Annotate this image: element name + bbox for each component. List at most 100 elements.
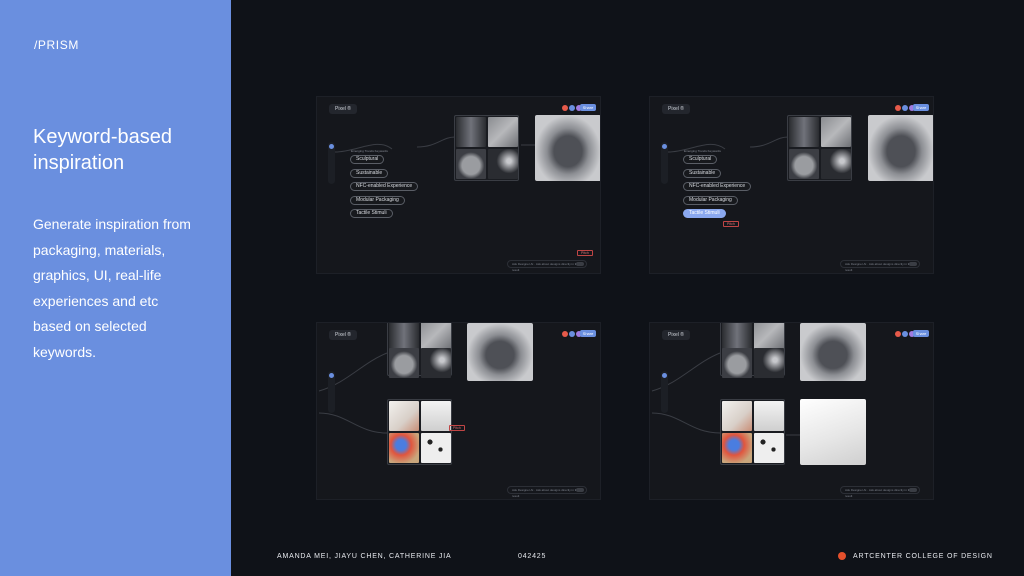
send-icon[interactable] — [909, 262, 917, 266]
chat-input[interactable]: Ask Designer AI · Ask about designs dire… — [507, 486, 587, 498]
packaging-thumbnail[interactable] — [722, 401, 752, 431]
stone-thumbnail[interactable] — [389, 348, 419, 378]
keyword-pill[interactable]: Sustainable — [350, 169, 389, 178]
cursor-tool-icon[interactable] — [662, 144, 667, 149]
project-menu[interactable]: Pixel ® — [662, 330, 690, 340]
packaging-hero-image[interactable] — [800, 399, 866, 465]
stone-hero-image[interactable] — [800, 323, 866, 381]
share-button[interactable]: Share — [913, 330, 929, 337]
brand-label: /PRISM — [34, 38, 79, 52]
tool-rail[interactable] — [328, 371, 335, 413]
cursor-tool-icon[interactable] — [329, 144, 334, 149]
keywords-header: Emerging Trends Keywords — [351, 149, 388, 153]
keyword-pill[interactable]: Sculptural — [350, 155, 385, 164]
footer-authors: AMANDA MEI, JIAYU CHEN, CATHERINE JIA — [277, 553, 452, 560]
info-panel: /PRISM Keyword-based inspiration Generat… — [0, 0, 231, 576]
texture-thumbnail[interactable] — [722, 323, 752, 349]
send-icon[interactable] — [576, 488, 584, 492]
send-icon[interactable] — [909, 488, 917, 492]
image-grid[interactable] — [720, 323, 785, 378]
packaging-image-grid[interactable] — [387, 399, 452, 465]
avatar — [569, 331, 575, 337]
screenshot-keyword-selected: Pixel ® Share Emerging Trends Keywords S… — [649, 96, 934, 274]
share-button[interactable]: Share — [580, 104, 596, 111]
avatar — [569, 105, 575, 111]
graphics-thumbnail[interactable] — [722, 433, 752, 463]
packaging-thumbnail[interactable] — [389, 401, 419, 431]
graphics-thumbnail[interactable] — [389, 433, 419, 463]
packaging-thumbnail[interactable] — [754, 401, 784, 431]
keyword-pill[interactable]: Sculptural — [683, 155, 718, 164]
share-button[interactable]: Share — [913, 104, 929, 111]
project-menu[interactable]: Pixel ® — [329, 330, 357, 340]
avatar — [895, 331, 901, 337]
texture-thumbnail[interactable] — [488, 117, 518, 147]
avatar — [895, 105, 901, 111]
keywords-header: Emerging Trends Keywords — [684, 149, 721, 153]
chat-input[interactable]: Ask Designer AI · Ask about designs dire… — [840, 486, 920, 498]
footer-school: ARTCENTER COLLEGE OF DESIGN — [853, 553, 993, 560]
pattern-thumbnail[interactable] — [421, 433, 451, 463]
texture-thumbnail[interactable] — [421, 323, 451, 349]
light-thumbnail[interactable] — [754, 348, 784, 378]
keyword-pill[interactable]: NFC-enabled Experience — [350, 182, 419, 191]
light-thumbnail[interactable] — [421, 348, 451, 378]
chat-input[interactable]: Ask Designer AI · Ask about designs dire… — [507, 260, 587, 272]
stone-thumbnail[interactable] — [789, 149, 819, 179]
texture-thumbnail[interactable] — [456, 117, 486, 147]
stone-hero-image[interactable] — [868, 115, 933, 181]
image-grid[interactable] — [387, 323, 452, 378]
chat-input[interactable]: Ask Designer AI · Ask about designs dire… — [840, 260, 920, 272]
screenshot-keywords-default: Pixel ® Share Emerging Trends Keywords S… — [316, 96, 601, 274]
stone-thumbnail[interactable] — [722, 348, 752, 378]
school-logo-dot — [838, 552, 846, 560]
tool-rail[interactable] — [661, 142, 668, 184]
connection-wires — [651, 352, 800, 436]
screenshots-area: Pixel ® Share Emerging Trends Keywords S… — [231, 0, 1024, 576]
packaging-image-grid[interactable] — [720, 399, 785, 465]
project-menu[interactable]: Pixel ® — [662, 104, 690, 114]
collaborator-avatars — [562, 105, 582, 111]
cursor-tag: Pitch — [449, 425, 465, 431]
keyword-pill[interactable]: Modular Packaging — [683, 196, 738, 205]
keyword-pill[interactable]: Tactile Stimuli — [350, 209, 393, 218]
slide-description: Generate inspiration from packaging, mat… — [33, 216, 191, 360]
connection-wires — [318, 352, 388, 434]
collaborator-avatars — [895, 331, 915, 337]
screenshot-results-grid: Pixel ® Share Pitch Ask Designer AI · As… — [316, 322, 601, 500]
image-grid[interactable] — [454, 115, 519, 181]
stone-thumbnail[interactable] — [456, 149, 486, 179]
image-grid[interactable] — [787, 115, 852, 181]
screenshot-result-expanded: Pixel ® Share Ask Designer AI · Ask abou… — [649, 322, 934, 500]
stone-hero-image[interactable] — [467, 323, 533, 381]
tool-rail[interactable] — [328, 142, 335, 184]
texture-thumbnail[interactable] — [821, 117, 851, 147]
cursor-tag: Pitch — [723, 221, 739, 227]
stone-hero-image[interactable] — [535, 115, 600, 181]
keyword-pill[interactable]: NFC-enabled Experience — [683, 182, 752, 191]
keyword-pill[interactable]: Sustainable — [683, 169, 722, 178]
slide-title: Keyword-based inspiration — [33, 126, 172, 174]
send-icon[interactable] — [576, 262, 584, 266]
project-menu[interactable]: Pixel ® — [329, 104, 357, 114]
avatar — [562, 331, 568, 337]
avatar — [902, 105, 908, 111]
packaging-thumbnail[interactable] — [421, 401, 451, 431]
pattern-thumbnail[interactable] — [754, 433, 784, 463]
collaborator-avatars — [562, 331, 582, 337]
texture-thumbnail[interactable] — [389, 323, 419, 349]
avatar — [902, 331, 908, 337]
light-thumbnail[interactable] — [821, 149, 851, 179]
keyword-pill[interactable]: Modular Packaging — [350, 196, 405, 205]
cursor-tool-icon[interactable] — [329, 373, 334, 378]
keyword-pill-selected[interactable]: Tactile Stimuli — [683, 209, 726, 218]
share-button[interactable]: Share — [580, 330, 596, 337]
footer-date: 042425 — [518, 553, 547, 560]
texture-thumbnail[interactable] — [789, 117, 819, 147]
cursor-tool-icon[interactable] — [662, 373, 667, 378]
texture-thumbnail[interactable] — [754, 323, 784, 349]
avatar — [562, 105, 568, 111]
light-thumbnail[interactable] — [488, 149, 518, 179]
tool-rail[interactable] — [661, 371, 668, 413]
cursor-tag: Pitch — [577, 250, 593, 256]
